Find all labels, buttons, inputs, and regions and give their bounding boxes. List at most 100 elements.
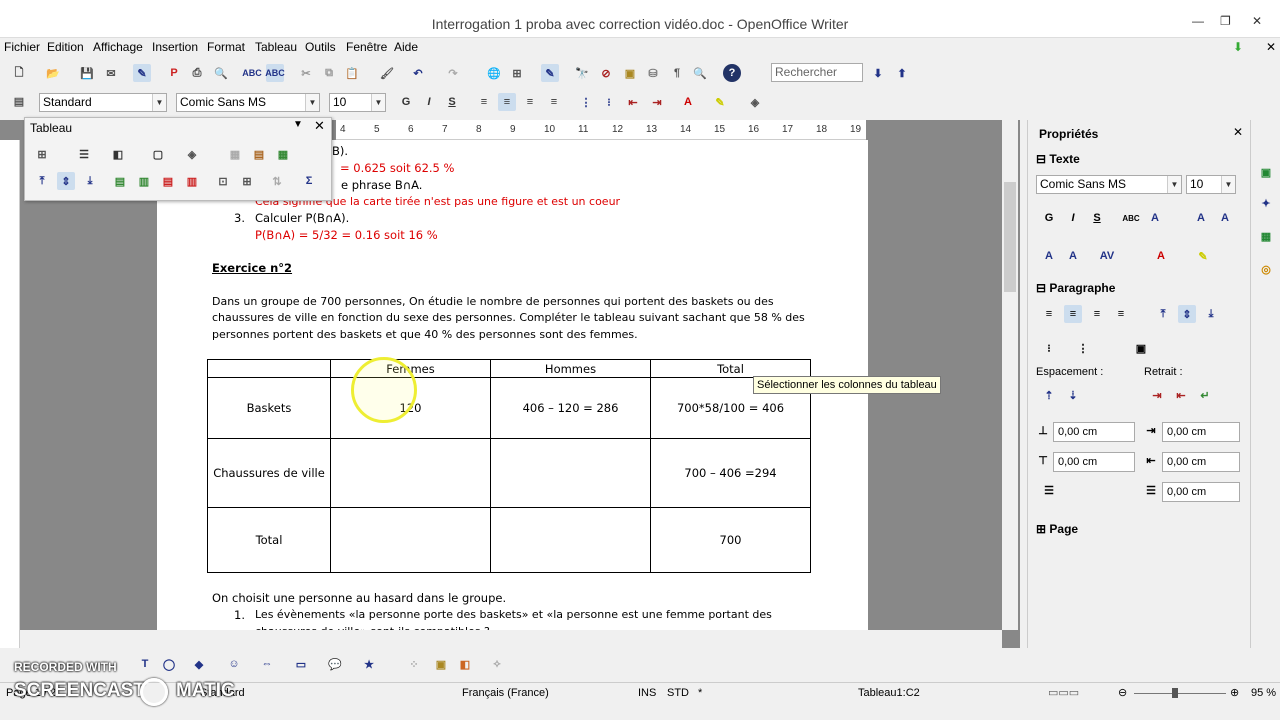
- points-icon[interactable]: ⁘: [405, 655, 423, 673]
- bold-icon[interactable]: G: [1040, 209, 1058, 227]
- valign-center-icon[interactable]: ⇕: [1178, 305, 1196, 323]
- indent-after-input[interactable]: 0,00 cm: [1162, 452, 1240, 472]
- language[interactable]: Français (France): [462, 687, 549, 699]
- navigator-icon[interactable]: ⊘: [597, 64, 615, 82]
- fontwork-icon[interactable]: ⟡: [488, 655, 506, 673]
- hanging-indent-icon[interactable]: ↵: [1196, 386, 1214, 404]
- sidebar-size-select[interactable]: 10 ▼: [1186, 175, 1236, 194]
- align-middle-icon[interactable]: ⇕: [57, 172, 75, 190]
- background-color-icon[interactable]: ◈: [746, 93, 764, 111]
- clone-format-icon[interactable]: 🖌: [378, 64, 396, 82]
- gallery-icon[interactable]: ▦: [1257, 227, 1275, 245]
- bold-icon[interactable]: G: [397, 93, 415, 111]
- table-cell[interactable]: 406 – 120 = 286: [490, 377, 651, 439]
- zoom-level[interactable]: 95 %: [1251, 687, 1276, 699]
- section-page[interactable]: ⊞ Page: [1036, 522, 1078, 536]
- table-header[interactable]: Hommes: [490, 359, 651, 378]
- data-table[interactable]: Femmes Hommes Total Baskets 120 406 – 12…: [207, 359, 811, 573]
- align-right-icon[interactable]: ≡: [1088, 305, 1106, 323]
- merge-cells-icon[interactable]: ▦: [226, 145, 244, 163]
- section-paragraphe[interactable]: ⊟ Paragraphe: [1036, 281, 1115, 295]
- indent-before-input[interactable]: 0,00 cm: [1162, 422, 1240, 442]
- menu-tableau[interactable]: Tableau: [255, 40, 297, 54]
- select-table-icon[interactable]: ⊡: [214, 172, 232, 190]
- flowchart-icon[interactable]: ▭: [292, 655, 310, 673]
- download-icon[interactable]: ⬇: [1233, 40, 1243, 54]
- section-texte[interactable]: ⊟ Texte: [1036, 152, 1080, 166]
- styles-icon[interactable]: ✦: [1257, 194, 1275, 212]
- menu-aide[interactable]: Aide: [394, 40, 418, 54]
- chevron-down-icon[interactable]: ▼: [152, 94, 166, 111]
- chevron-down-icon[interactable]: ▼: [293, 119, 303, 130]
- print-icon[interactable]: ⎙: [188, 64, 206, 82]
- chevron-down-icon[interactable]: ▼: [371, 94, 385, 111]
- numbering-icon[interactable]: ⋮: [577, 93, 595, 111]
- text-icon[interactable]: T: [136, 655, 154, 673]
- close-icon[interactable]: ✕: [314, 118, 325, 134]
- first-line-indent-input[interactable]: 0,00 cm: [1162, 482, 1240, 502]
- draw-functions-icon[interactable]: ✎: [541, 64, 559, 82]
- table-grid-icon[interactable]: ⊞: [33, 145, 51, 163]
- autospell-icon[interactable]: ABC: [265, 64, 285, 82]
- menu-fenetre[interactable]: Fenêtre: [346, 40, 387, 54]
- paragraph-background-icon[interactable]: ▣: [1132, 339, 1150, 357]
- table-cell[interactable]: [490, 507, 651, 573]
- selection-mode[interactable]: STD: [667, 687, 689, 699]
- table-cell[interactable]: [330, 438, 491, 508]
- area-style-icon[interactable]: ◈: [183, 145, 201, 163]
- decrease-spacing-icon[interactable]: ⇣: [1064, 386, 1082, 404]
- image-icon[interactable]: ▣: [432, 655, 450, 673]
- chevron-down-icon[interactable]: ▼: [1221, 176, 1235, 193]
- borders-icon[interactable]: ▢: [149, 145, 167, 163]
- styles-icon[interactable]: ▤: [10, 92, 28, 110]
- align-right-icon[interactable]: ≡: [521, 93, 539, 111]
- datasource-icon[interactable]: ⛁: [644, 64, 662, 82]
- basic-shapes-icon[interactable]: ◆: [190, 655, 208, 673]
- increase-spacing-icon[interactable]: ⇡: [1040, 386, 1058, 404]
- align-left-icon[interactable]: ≡: [1040, 305, 1058, 323]
- new-icon[interactable]: 🗋: [10, 64, 28, 82]
- sort-icon[interactable]: ⇅: [268, 172, 286, 190]
- extrusion-icon[interactable]: ◧: [456, 655, 474, 673]
- document-page[interactable]: B). = 0.625 soit 62.5 % e phrase B∩A. Ce…: [157, 140, 868, 648]
- symbol-shapes-icon[interactable]: ☺: [225, 655, 243, 673]
- paste-icon[interactable]: 📋: [343, 64, 361, 82]
- horizontal-ruler[interactable]: 4 5 6 7 8 9 10 11 12 13 14 15 16 17 18 19: [336, 120, 866, 140]
- close-icon[interactable]: ✕: [1233, 125, 1243, 139]
- edit-mode-icon[interactable]: ✎: [133, 64, 151, 82]
- zoom-out-icon[interactable]: ⊖: [1118, 686, 1127, 699]
- email-icon[interactable]: ✉: [102, 64, 120, 82]
- menu-format[interactable]: Format: [207, 40, 245, 54]
- help-icon[interactable]: ?: [723, 64, 741, 82]
- vertical-scrollbar[interactable]: [1002, 120, 1018, 630]
- underline-icon[interactable]: S: [443, 93, 461, 111]
- strikethrough-icon[interactable]: ABC: [1122, 209, 1140, 227]
- preview-icon[interactable]: 🔍: [212, 64, 230, 82]
- close-icon[interactable]: ✕: [1252, 14, 1262, 28]
- split-cells-icon[interactable]: ▤: [250, 145, 268, 163]
- italic-icon[interactable]: I: [1064, 209, 1082, 227]
- block-arrows-icon[interactable]: ⇔: [258, 655, 276, 673]
- insert-row-icon[interactable]: ▤: [111, 172, 129, 190]
- line-style-icon[interactable]: ☰: [75, 145, 93, 163]
- navigator-icon[interactable]: ◎: [1257, 260, 1275, 278]
- find-replace-icon[interactable]: 🔭: [573, 64, 591, 82]
- callout-icon[interactable]: ◯: [160, 655, 178, 673]
- delete-row-icon[interactable]: ▤: [159, 172, 177, 190]
- search-input[interactable]: Rechercher: [771, 63, 863, 82]
- find-previous-icon[interactable]: ⬆: [893, 64, 911, 82]
- pdf-icon[interactable]: P: [165, 64, 183, 82]
- font-color-icon[interactable]: A: [1152, 247, 1170, 265]
- align-bottom-icon[interactable]: ⤓: [81, 172, 99, 190]
- formatting-marks-icon[interactable]: ¶: [668, 64, 686, 82]
- zoom-slider-thumb[interactable]: [1172, 688, 1178, 698]
- line-spacing-icon[interactable]: ☰: [1040, 481, 1058, 499]
- grow-font-icon[interactable]: A: [1192, 209, 1210, 227]
- sidebar-font-select[interactable]: Comic Sans MS ▼: [1036, 175, 1182, 194]
- decrease-indent-icon[interactable]: ⇤: [624, 93, 642, 111]
- vertical-ruler[interactable]: [0, 140, 20, 648]
- menu-insertion[interactable]: Insertion: [152, 40, 198, 54]
- justify-icon[interactable]: ≡: [545, 93, 563, 111]
- table-cell[interactable]: 700 – 406 =294: [650, 438, 811, 508]
- numbering-icon[interactable]: ⋮: [1074, 339, 1092, 357]
